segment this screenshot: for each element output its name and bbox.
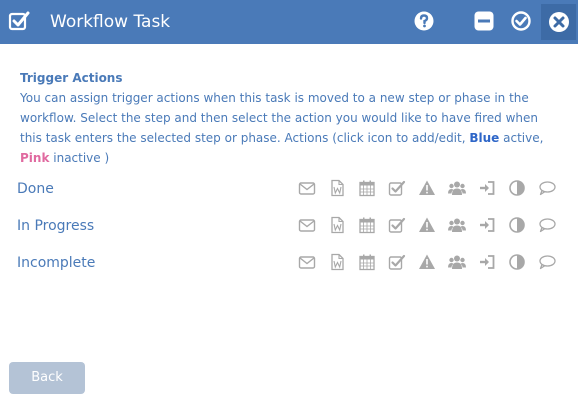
section-heading: Trigger Actions bbox=[20, 71, 123, 85]
step-row: Done bbox=[17, 171, 562, 208]
close-icon[interactable] bbox=[548, 11, 570, 33]
warning-icon[interactable] bbox=[418, 179, 436, 197]
comment-icon[interactable] bbox=[538, 179, 556, 197]
trigger-actions-description: Trigger Actions You can assign trigger a… bbox=[20, 68, 560, 168]
users-group-icon[interactable] bbox=[448, 253, 466, 271]
checkbox-icon[interactable] bbox=[388, 253, 406, 271]
description-active: active, bbox=[499, 131, 544, 145]
users-group-icon[interactable] bbox=[448, 179, 466, 197]
step-label[interactable]: Done bbox=[17, 171, 54, 208]
sign-in-icon[interactable] bbox=[478, 179, 496, 197]
email-icon[interactable] bbox=[298, 216, 316, 234]
step-label[interactable]: Incomplete bbox=[17, 245, 95, 282]
window-title: Workflow Task bbox=[50, 12, 171, 32]
comment-icon[interactable] bbox=[538, 253, 556, 271]
step-row: Incomplete bbox=[17, 245, 562, 282]
word-document-icon[interactable] bbox=[328, 216, 346, 234]
email-icon[interactable] bbox=[298, 179, 316, 197]
step-list: Done In Progress Incomplete bbox=[17, 171, 562, 282]
pink-legend: Pink bbox=[20, 151, 50, 165]
confirm-check-icon[interactable] bbox=[511, 11, 531, 31]
calendar-icon[interactable] bbox=[358, 216, 376, 234]
description-text: You can assign trigger actions when this… bbox=[20, 88, 560, 168]
calendar-icon[interactable] bbox=[358, 179, 376, 197]
sign-in-icon[interactable] bbox=[478, 253, 496, 271]
checkbox-icon[interactable] bbox=[388, 216, 406, 234]
window-header: Workflow Task bbox=[0, 0, 578, 44]
users-group-icon[interactable] bbox=[448, 216, 466, 234]
description-body: You can assign trigger actions when this… bbox=[20, 91, 538, 145]
calendar-icon[interactable] bbox=[358, 253, 376, 271]
description-inactive: inactive ) bbox=[49, 151, 110, 165]
warning-icon[interactable] bbox=[418, 216, 436, 234]
sign-in-icon[interactable] bbox=[478, 216, 496, 234]
adjust-icon[interactable] bbox=[508, 216, 526, 234]
word-document-icon[interactable] bbox=[328, 179, 346, 197]
close-button[interactable] bbox=[541, 4, 576, 40]
comment-icon[interactable] bbox=[538, 216, 556, 234]
adjust-icon[interactable] bbox=[508, 179, 526, 197]
warning-icon[interactable] bbox=[418, 253, 436, 271]
checkbox-icon[interactable] bbox=[388, 179, 406, 197]
help-icon[interactable] bbox=[414, 11, 434, 31]
back-button[interactable]: Back bbox=[9, 362, 85, 394]
word-document-icon[interactable] bbox=[328, 253, 346, 271]
step-label[interactable]: In Progress bbox=[17, 208, 94, 245]
adjust-icon[interactable] bbox=[508, 253, 526, 271]
email-icon[interactable] bbox=[298, 253, 316, 271]
minimize-icon[interactable] bbox=[474, 11, 494, 31]
blue-legend: Blue bbox=[469, 131, 500, 145]
step-row: In Progress bbox=[17, 208, 562, 245]
checkbox-checked-icon bbox=[8, 11, 30, 31]
